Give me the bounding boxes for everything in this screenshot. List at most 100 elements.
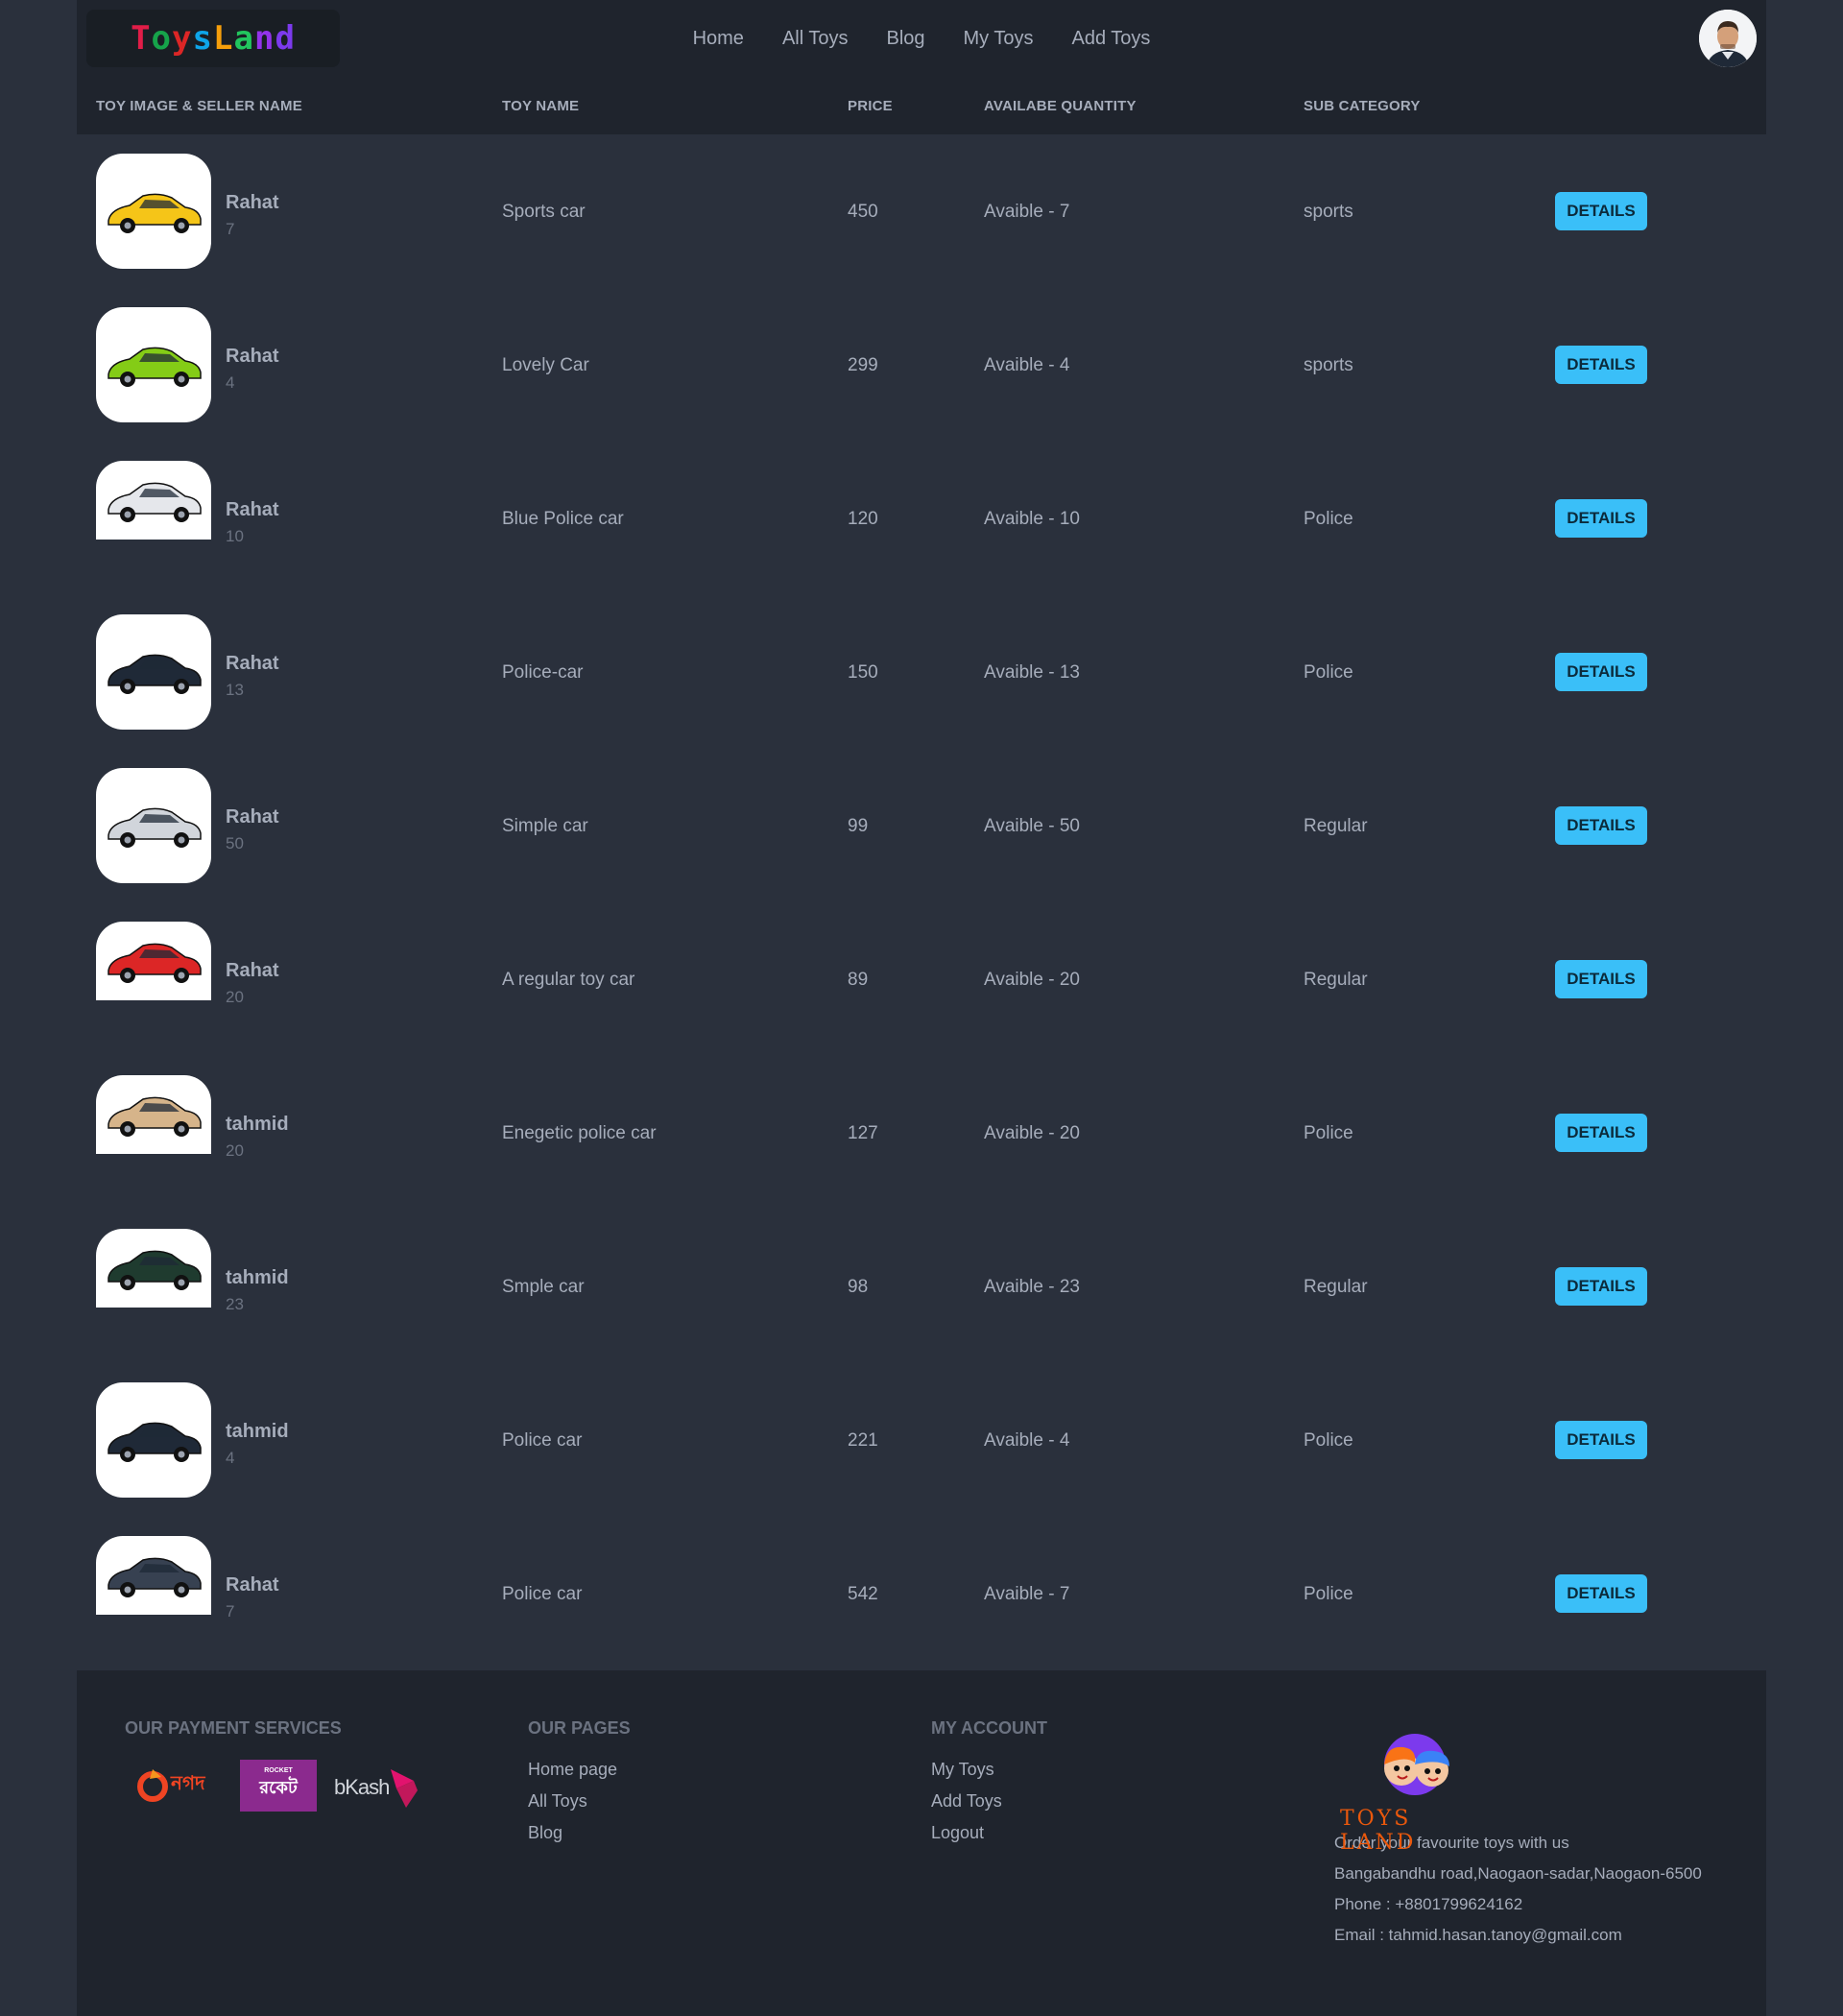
toy-car-icon	[108, 193, 202, 233]
seller-name: Rahat	[226, 806, 279, 828]
table-row: Rahat 7 Police car 542 Avaible - 7 Police DETA…	[77, 1517, 1766, 1670]
toy-name: Sports car	[502, 202, 586, 222]
footer-link-logout[interactable]: Logout	[931, 1823, 1047, 1843]
toy-availability: Avaible - 4	[984, 355, 1070, 375]
table-row: Rahat 10 Blue Police car 120 Avaible - 10 Pol…	[77, 442, 1766, 595]
seller-qty: 13	[226, 681, 244, 699]
details-button[interactable]: DETAILS	[1555, 806, 1647, 845]
seller-qty: 4	[226, 1449, 235, 1467]
toy-image	[96, 922, 211, 1000]
footer-link-blog[interactable]: Blog	[528, 1823, 631, 1843]
toy-car-icon	[108, 807, 202, 848]
toy-image	[96, 1229, 211, 1308]
bkash-logo: bKash	[334, 1764, 421, 1812]
nav-add-toys[interactable]: Add Toys	[1072, 28, 1151, 50]
toy-image	[96, 614, 211, 730]
toy-sub-category: Police	[1304, 662, 1353, 683]
navbar: ToysLand Home All Toys Blog My Toys Add Toys	[77, 0, 1766, 77]
toy-sub-category: Police	[1304, 1430, 1353, 1451]
nav-my-toys[interactable]: My Toys	[964, 28, 1034, 50]
seller-qty: 20	[226, 1141, 244, 1160]
table-row: tahmid 4 Police car 221 Avaible - 4 Police DET…	[77, 1363, 1766, 1517]
seller-name: tahmid	[226, 1114, 289, 1135]
footer-link-home[interactable]: Home page	[528, 1760, 631, 1780]
rocket-logo: ROCKET রকেট	[240, 1760, 317, 1812]
table-body: Rahat 7 Sports car 450 Avaible - 7 sports DETA…	[77, 134, 1766, 1670]
table-row: Rahat 7 Sports car 450 Avaible - 7 sports DETA…	[77, 134, 1766, 288]
nav-home[interactable]: Home	[693, 28, 744, 50]
col-header-quantity: Availabe Quantity	[984, 98, 1137, 114]
seller-name: Rahat	[226, 960, 279, 981]
footer-phone: Phone : +8801799624162	[1334, 1895, 1523, 1913]
toy-name: Police car	[502, 1430, 583, 1451]
footer-brand-name: TOYS LAND	[1340, 1807, 1417, 1855]
toy-image	[96, 1536, 211, 1615]
toy-name: Smple car	[502, 1277, 585, 1297]
main-nav: Home All Toys Blog My Toys Add Toys	[77, 0, 1766, 77]
details-button[interactable]: DETAILS	[1555, 1421, 1647, 1459]
footer-link-my-toys[interactable]: My Toys	[931, 1760, 1047, 1780]
seller-name: Rahat	[226, 1574, 279, 1596]
toy-car-icon	[108, 1250, 202, 1290]
table-row: Rahat 13 Police-car 150 Avaible - 13 Police DE…	[77, 595, 1766, 749]
bkash-bird-icon	[391, 1769, 419, 1808]
toy-sub-category: Regular	[1304, 1277, 1368, 1297]
seller-qty: 23	[226, 1295, 244, 1313]
toy-car-icon	[108, 1096, 202, 1137]
seller-name: tahmid	[226, 1267, 289, 1288]
toy-availability: Avaible - 4	[984, 1430, 1070, 1451]
details-button[interactable]: DETAILS	[1555, 1267, 1647, 1306]
seller-qty: 4	[226, 373, 235, 392]
toy-availability: Avaible - 7	[984, 1584, 1070, 1604]
col-header-price: Price	[848, 98, 893, 114]
payment-logos: নগদ ROCKET রকেট bKash	[125, 1760, 432, 1817]
details-button[interactable]: DETAILS	[1555, 960, 1647, 998]
nagad-text: নগদ	[171, 1772, 205, 1794]
toy-name: Police-car	[502, 662, 584, 683]
nav-blog[interactable]: Blog	[886, 28, 924, 50]
toy-price: 98	[848, 1277, 869, 1297]
details-button[interactable]: DETAILS	[1555, 1574, 1647, 1613]
footer-account-column: My Account My Toys Add Toys Logout	[931, 1718, 1047, 1855]
table-row: Rahat 20 A regular toy car 89 Avaible - 20 Re…	[77, 902, 1766, 1056]
user-avatar[interactable]	[1699, 10, 1757, 67]
col-header-image-seller: Toy Image & Seller Name	[96, 98, 302, 114]
footer-pages-heading: Our Pages	[528, 1718, 631, 1738]
footer-account-heading: My Account	[931, 1718, 1047, 1738]
toy-sub-category: Regular	[1304, 816, 1368, 836]
footer-link-add-toys[interactable]: Add Toys	[931, 1791, 1047, 1812]
details-button[interactable]: DETAILS	[1555, 346, 1647, 384]
table-header: Toy Image & Seller Name Toy Name Price A…	[77, 77, 1766, 134]
table-row: tahmid 20 Enegetic police car 127 Avaible - …	[77, 1056, 1766, 1210]
table-row: Rahat 4 Lovely Car 299 Avaible - 4 sports DETA…	[77, 288, 1766, 442]
details-button[interactable]: DETAILS	[1555, 653, 1647, 691]
details-button[interactable]: DETAILS	[1555, 192, 1647, 230]
seller-name: Rahat	[226, 192, 279, 213]
toy-price: 127	[848, 1123, 878, 1143]
footer: Our Payment Services নগদ ROCKET রকেট bKa…	[77, 1670, 1766, 2016]
toy-availability: Avaible - 20	[984, 970, 1080, 990]
details-button[interactable]: DETAILS	[1555, 1114, 1647, 1152]
toy-car-icon	[108, 347, 202, 387]
seller-qty: 7	[226, 1602, 235, 1620]
seller-name: Rahat	[226, 499, 279, 520]
table-row: tahmid 23 Smple car 98 Avaible - 23 Regular DE…	[77, 1210, 1766, 1363]
toy-price: 120	[848, 509, 878, 529]
toy-price: 150	[848, 662, 878, 683]
details-button[interactable]: DETAILS	[1555, 499, 1647, 538]
footer-link-all-toys[interactable]: All Toys	[528, 1791, 631, 1812]
toy-car-icon	[108, 654, 202, 694]
toy-sub-category: Police	[1304, 1584, 1353, 1604]
footer-email: Email : tahmid.hasan.tanoy@gmail.com	[1334, 1926, 1622, 1944]
toy-car-icon	[108, 1422, 202, 1462]
nav-all-toys[interactable]: All Toys	[782, 28, 849, 50]
page: ToysLand Home All Toys Blog My Toys Add Toys…	[77, 0, 1766, 1670]
toy-name: Police car	[502, 1584, 583, 1604]
toy-name: Lovely Car	[502, 355, 589, 375]
toy-sub-category: sports	[1304, 202, 1353, 222]
toy-availability: Avaible - 20	[984, 1123, 1080, 1143]
toy-sub-category: Regular	[1304, 970, 1368, 990]
footer-pages-column: Our Pages Home page All Toys Blog	[528, 1718, 631, 1855]
table-row: Rahat 50 Simple car 99 Avaible - 50 Regular DE…	[77, 749, 1766, 902]
toy-price: 542	[848, 1584, 878, 1604]
